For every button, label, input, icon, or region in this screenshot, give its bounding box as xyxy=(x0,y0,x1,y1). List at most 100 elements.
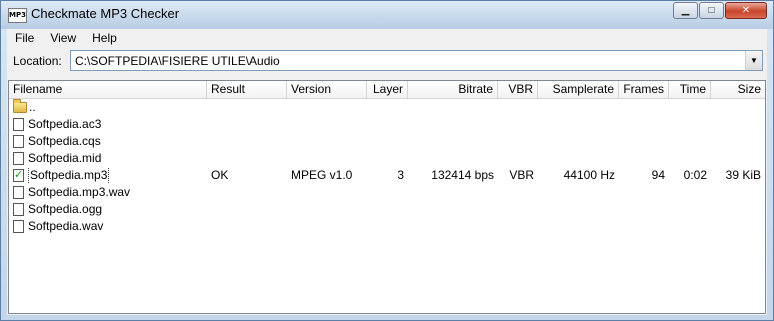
table-row[interactable]: Softpedia.wav xyxy=(9,218,765,235)
maximize-icon: □ xyxy=(708,5,715,16)
result-cell xyxy=(207,201,287,218)
size-cell xyxy=(711,184,765,201)
filename-cell: Softpedia.ogg xyxy=(9,201,207,218)
version-cell xyxy=(287,150,367,167)
column-header-bitrate[interactable]: Bitrate xyxy=(408,81,498,98)
layer-cell xyxy=(367,201,408,218)
size-cell xyxy=(711,116,765,133)
column-header-size[interactable]: Size xyxy=(711,81,765,98)
result-cell xyxy=(207,218,287,235)
column-header-result[interactable]: Result xyxy=(207,81,287,98)
column-header-filename[interactable]: Filename xyxy=(9,81,207,98)
file-icon xyxy=(13,135,24,148)
size-cell xyxy=(711,201,765,218)
list-rows: .. Softpedia.ac3 Softpedia.cqs Softpedia.mi… xyxy=(9,99,765,235)
samplerate-cell xyxy=(538,133,619,150)
table-row[interactable]: ✓ Softpedia.mp3 OK MPEG v1.0 3 132414 bps VBR 4… xyxy=(9,167,765,184)
window-title: Checkmate MP3 Checker xyxy=(31,6,180,21)
column-header-frames[interactable]: Frames xyxy=(619,81,669,98)
filename-cell: Softpedia.mid xyxy=(9,150,207,167)
result-cell xyxy=(207,99,287,116)
main-window: MP3 Checkmate MP3 Checker ▁ □ ✕ File Vie… xyxy=(0,0,774,321)
size-cell xyxy=(711,218,765,235)
location-label: Location: xyxy=(13,54,62,68)
file-list[interactable]: Filename Result Version Layer Bitrate VB… xyxy=(8,80,766,314)
column-header-vbr[interactable]: VBR xyxy=(498,81,538,98)
vbr-cell xyxy=(498,116,538,133)
file-icon xyxy=(13,152,24,165)
version-cell xyxy=(287,99,367,116)
bitrate-cell: 132414 bps xyxy=(431,168,494,182)
column-header-time[interactable]: Time xyxy=(669,81,711,98)
menu-bar: File View Help xyxy=(7,29,767,47)
samplerate-cell xyxy=(538,184,619,201)
list-header: Filename Result Version Layer Bitrate VB… xyxy=(9,81,765,99)
frames-cell xyxy=(619,184,669,201)
file-icon xyxy=(13,203,24,216)
table-row[interactable]: Softpedia.ogg xyxy=(9,201,765,218)
menu-file[interactable]: File xyxy=(7,31,42,45)
filename-text: Softpedia.cqs xyxy=(28,134,101,148)
samplerate-cell xyxy=(538,218,619,235)
file-icon xyxy=(13,220,24,233)
menu-view[interactable]: View xyxy=(42,31,84,45)
frames-cell xyxy=(619,150,669,167)
size-cell xyxy=(711,133,765,150)
filename-text: .. xyxy=(29,100,36,114)
vbr-cell xyxy=(498,133,538,150)
file-icon xyxy=(13,118,24,131)
location-combobox[interactable]: ▼ xyxy=(70,50,763,71)
filename-cell: Softpedia.wav xyxy=(9,218,207,235)
time-cell: 0:02 xyxy=(683,168,707,182)
filename-cell: Softpedia.ac3 xyxy=(9,116,207,133)
check-icon: ✓ xyxy=(13,169,24,182)
column-header-version[interactable]: Version xyxy=(287,81,367,98)
version-cell xyxy=(287,184,367,201)
file-icon xyxy=(13,186,24,199)
filename-cell: ✓ Softpedia.mp3 xyxy=(9,167,207,184)
vbr-cell xyxy=(498,201,538,218)
frames-cell xyxy=(619,116,669,133)
vbr-cell xyxy=(498,218,538,235)
samplerate-cell xyxy=(538,201,619,218)
table-row[interactable]: Softpedia.mid xyxy=(9,150,765,167)
frames-cell xyxy=(619,201,669,218)
mp3-app-icon: MP3 xyxy=(8,8,27,23)
table-row[interactable]: .. xyxy=(9,99,765,116)
minimize-button[interactable]: ▁ xyxy=(673,2,698,19)
menu-help[interactable]: Help xyxy=(84,31,125,45)
bitrate-cell xyxy=(408,99,498,116)
bitrate-cell xyxy=(408,116,498,133)
location-input[interactable] xyxy=(71,51,745,70)
samplerate-cell: 44100 Hz xyxy=(563,168,615,182)
title-bar[interactable]: MP3 Checkmate MP3 Checker ▁ □ ✕ xyxy=(1,1,773,29)
folder-icon xyxy=(13,99,27,113)
maximize-button[interactable]: □ xyxy=(699,2,724,19)
time-cell xyxy=(669,184,711,201)
layer-cell xyxy=(367,99,408,116)
location-dropdown-button[interactable]: ▼ xyxy=(745,51,762,70)
close-button[interactable]: ✕ xyxy=(725,2,767,19)
version-cell xyxy=(287,116,367,133)
layer-cell xyxy=(367,184,408,201)
version-cell xyxy=(287,201,367,218)
result-cell xyxy=(207,184,287,201)
table-row[interactable]: Softpedia.cqs xyxy=(9,133,765,150)
layer-cell xyxy=(367,116,408,133)
size-cell xyxy=(711,150,765,167)
layer-cell xyxy=(367,133,408,150)
bitrate-cell xyxy=(408,184,498,201)
filename-text: Softpedia.mp3.wav xyxy=(28,185,131,199)
column-header-samplerate[interactable]: Samplerate xyxy=(538,81,619,98)
column-header-layer[interactable]: Layer xyxy=(367,81,408,98)
layer-cell: 3 xyxy=(397,168,404,182)
vbr-cell xyxy=(498,150,538,167)
filename-cell: Softpedia.mp3.wav xyxy=(9,184,207,201)
table-row[interactable]: Softpedia.mp3.wav xyxy=(9,184,765,201)
filename-text: Softpedia.ogg xyxy=(28,202,103,216)
chevron-down-icon: ▼ xyxy=(750,56,758,65)
close-icon: ✕ xyxy=(741,5,751,16)
table-row[interactable]: Softpedia.ac3 xyxy=(9,116,765,133)
size-cell: 39 KiB xyxy=(725,168,761,182)
filename-text: Softpedia.mid xyxy=(28,151,102,165)
